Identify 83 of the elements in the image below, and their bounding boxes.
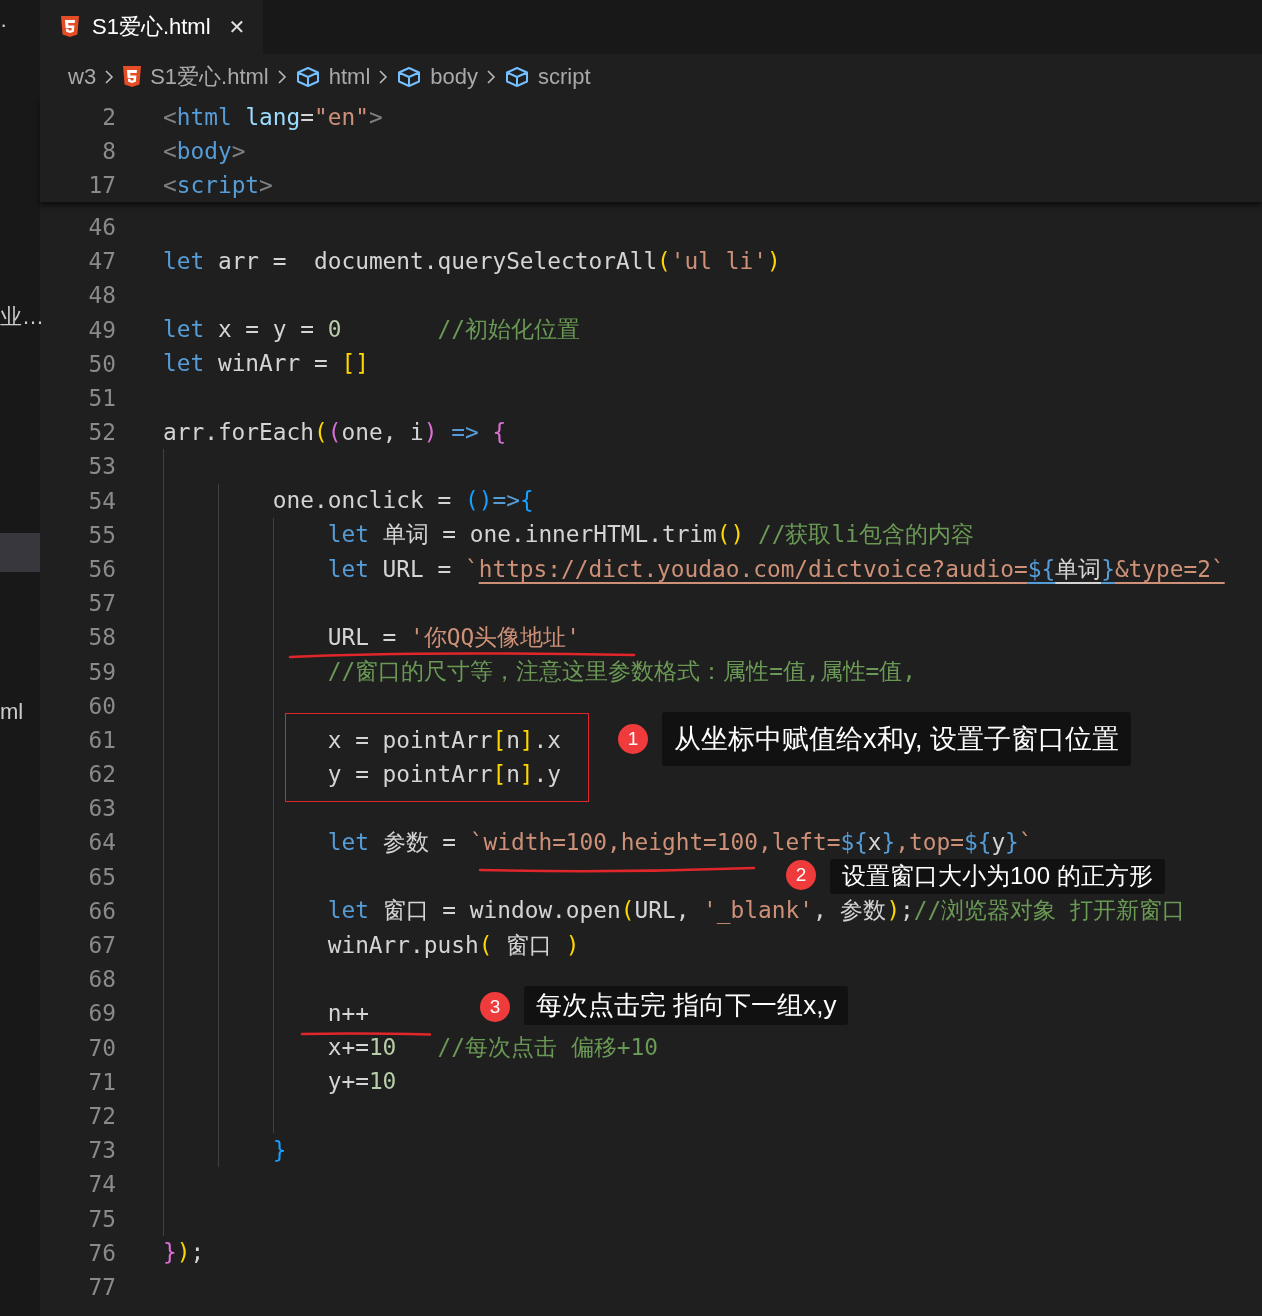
- line-number: 76: [87, 1239, 116, 1266]
- line-number: 63: [87, 795, 116, 822]
- breadcrumb-item[interactable]: script: [538, 64, 591, 90]
- code-line: x = pointArr[n].x: [327, 728, 562, 752]
- code-line: let URL = `https://dict.youdao.com/dictvoice?audio=${单词}&type=2`: [327, 557, 1225, 581]
- line-number: 49: [87, 316, 116, 343]
- code-line: URL = '你QQ头像地址': [327, 625, 580, 649]
- callout-label: 设置窗口大小为100 的正方形: [830, 859, 1165, 894]
- code-line: arr.forEach((one, i) => {: [163, 420, 507, 444]
- chevron-icon: [104, 69, 115, 85]
- code-line: x+=10 //每次点击 偏移+10: [327, 1036, 658, 1059]
- line-number: 73: [87, 1137, 116, 1164]
- line-number: 51: [87, 385, 116, 412]
- line-number: 60: [87, 692, 116, 719]
- code-line: let 参数 = `width=100,height=100,left=${x},top=${y}`: [327, 831, 1033, 854]
- line-number: 65: [87, 863, 116, 890]
- line-number: 74: [87, 1171, 116, 1198]
- line-number: 77: [87, 1273, 116, 1300]
- line-number: 68: [87, 966, 116, 993]
- chevron-icon: [378, 69, 389, 85]
- line-number: 46: [87, 214, 116, 241]
- cube-icon: [396, 66, 423, 88]
- code-line: y+=10: [327, 1070, 397, 1094]
- line-number: 57: [87, 590, 116, 617]
- callout-label: 从坐标中赋值给x和y, 设置子窗口位置: [662, 712, 1131, 767]
- code-line: let arr = document.querySelectorAll('ul li'): [163, 249, 781, 273]
- cube-icon: [504, 66, 530, 88]
- code-line: let x = y = 0 //初始化位置: [163, 318, 580, 342]
- line-number: 47: [87, 248, 116, 275]
- code-line: //窗口的尺寸等，注意这里参数格式：属性=值,属性=值,: [327, 660, 917, 683]
- line-number: 58: [87, 624, 116, 651]
- line-number: 55: [87, 521, 116, 548]
- close-icon[interactable]: ✕: [228, 15, 246, 39]
- code-line: <script>: [163, 173, 273, 197]
- chevron-icon: [276, 69, 287, 85]
- code-line: let winArr = []: [163, 352, 369, 376]
- line-number: 48: [87, 282, 116, 309]
- code-line: let 窗口 = window.open(URL, '_blank', 参数);//浏览器对象 打开新窗口: [327, 899, 1186, 923]
- line-number: 62: [87, 761, 116, 788]
- step-number: 3: [480, 992, 510, 1022]
- line-number: 56: [87, 555, 116, 582]
- line-number: 75: [87, 1205, 116, 1232]
- explorer-item[interactable]: ml: [0, 695, 24, 729]
- line-number: 71: [87, 1068, 116, 1095]
- explorer-item[interactable]: 业…: [0, 300, 44, 334]
- code-line: one.onclick = ()=>{: [272, 489, 534, 512]
- line-number: 67: [87, 932, 116, 959]
- chevron-icon: [486, 69, 496, 85]
- breadcrumb-item[interactable]: body: [430, 64, 478, 90]
- callout-label: 每次点击完 指向下一组x,y: [524, 986, 849, 1026]
- code-line: let 单词 = one.innerHTML.trim() //获取li包含的内容: [327, 523, 974, 547]
- code-line: <body>: [163, 139, 246, 163]
- line-number: 64: [87, 829, 116, 856]
- line-number: 72: [87, 1102, 116, 1129]
- code-line: y = pointArr[n].y: [327, 762, 562, 786]
- breadcrumb-item[interactable]: html: [328, 64, 371, 90]
- editor-tab[interactable]: S1爱心.html ✕: [40, 0, 264, 54]
- line-number: 52: [87, 419, 116, 446]
- line-number: 8: [101, 138, 116, 164]
- code-line: <html lang="en">: [163, 105, 383, 129]
- html5-icon: [122, 66, 143, 88]
- code-line: });: [163, 1241, 205, 1265]
- code-line: }: [272, 1138, 287, 1162]
- line-number: 69: [87, 1000, 116, 1027]
- line-number: 2: [101, 104, 116, 130]
- explorer-item[interactable]: ·: [0, 8, 8, 42]
- line-number: 61: [87, 726, 116, 753]
- line-number: 70: [87, 1034, 116, 1061]
- code-line: winArr.push( 窗口 ): [327, 933, 580, 957]
- line-number: 53: [87, 453, 116, 480]
- line-number: 66: [87, 897, 116, 924]
- step-number: 1: [618, 724, 648, 754]
- breadcrumb-item[interactable]: S1爱心.html: [150, 62, 269, 92]
- breadcrumb-item[interactable]: w3: [68, 64, 97, 90]
- code-line: n++: [327, 1002, 369, 1025]
- step-number: 2: [786, 860, 816, 890]
- html5-icon: [60, 16, 80, 38]
- line-number: 50: [87, 350, 116, 377]
- cube-icon: [294, 66, 321, 88]
- line-number: 59: [87, 658, 116, 685]
- explorer-item[interactable]: [0, 533, 40, 572]
- line-number: 17: [87, 172, 116, 198]
- line-number: 54: [87, 487, 116, 514]
